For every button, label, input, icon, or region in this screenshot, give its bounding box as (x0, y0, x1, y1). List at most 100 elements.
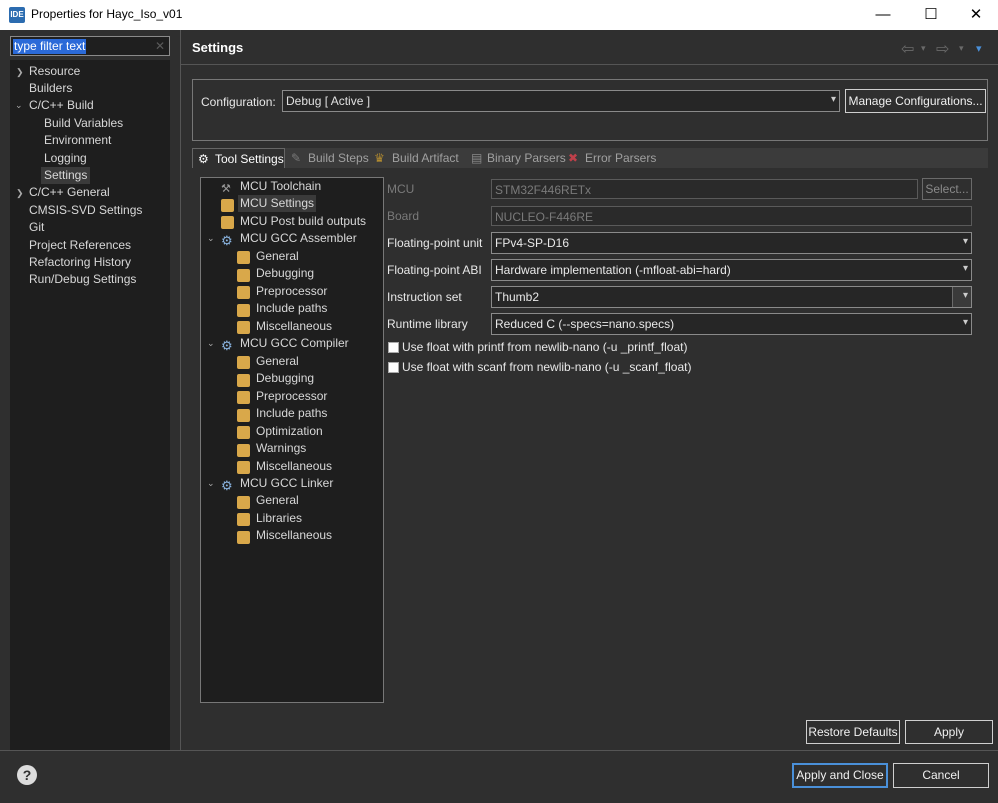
nav-item-builders[interactable]: Builders (29, 80, 72, 97)
configuration-value: Debug [ Active ] (286, 94, 371, 108)
configuration-label: Configuration: (201, 95, 276, 109)
back-menu-icon[interactable]: ▾ (921, 43, 926, 54)
back-arrow-icon[interactable]: ⇦ (901, 39, 914, 59)
tree-item-compiler-warnings[interactable]: Warnings (256, 440, 306, 457)
settings-icon (237, 321, 250, 334)
nav-item-logging[interactable]: Logging (44, 150, 87, 167)
tree-item-assembler-miscellaneous[interactable]: Miscellaneous (256, 318, 332, 335)
nav-item-cmsis-svd-settings[interactable]: CMSIS-SVD Settings (29, 202, 142, 219)
tree-item-assembler-preprocessor[interactable]: Preprocessor (256, 283, 327, 300)
configuration-select[interactable]: Debug [ Active ] ▾ (282, 90, 840, 112)
settings-icon (237, 513, 250, 526)
printf-float-checkbox[interactable] (388, 342, 399, 353)
tree-item-assembler-general[interactable]: General (256, 248, 299, 265)
restore-defaults-button[interactable]: Restore Defaults (806, 720, 900, 744)
view-menu-icon[interactable]: ▾ (976, 42, 982, 55)
nav-item-settings[interactable]: Settings (41, 167, 91, 184)
chevron-right-icon[interactable]: ❯ (16, 67, 24, 78)
tree-item-compiler-optimization[interactable]: Optimization (256, 423, 323, 440)
chevron-right-icon[interactable]: ❯ (16, 188, 24, 199)
title-bar: IDE Properties for Hayc_Iso_v01 — ☐ ✕ (0, 0, 998, 30)
nav-item-build-variables[interactable]: Build Variables (44, 115, 123, 132)
nav-item-refactoring-history[interactable]: Refactoring History (29, 254, 131, 271)
instruction-set-label: Instruction set (387, 290, 462, 304)
runtime-library-select[interactable]: Reduced C (--specs=nano.specs) ▾ (491, 313, 972, 335)
tree-item-compiler-miscellaneous[interactable]: Miscellaneous (256, 458, 332, 475)
tree-item-linker-libraries[interactable]: Libraries (256, 510, 302, 527)
instruction-set-value: Thumb2 (495, 290, 540, 304)
mcu-label: MCU (387, 182, 415, 196)
dropdown-button[interactable] (952, 287, 971, 307)
abi-select[interactable]: Hardware implementation (-mfloat-abi=har… (491, 259, 972, 281)
abi-label: Floating-point ABI (387, 263, 482, 277)
tab-build-steps[interactable]: ✎ Build Steps (289, 148, 369, 168)
apply-button[interactable]: Apply (905, 720, 993, 744)
tab-tool-settings[interactable]: ⚙ Tool Settings (192, 148, 285, 168)
minimize-button[interactable]: — (860, 0, 906, 30)
tab-binary-parsers[interactable]: ▤ Binary Parsers (469, 148, 566, 168)
chevron-down-icon[interactable]: ⌄ (207, 478, 215, 489)
tree-item-linker-general[interactable]: General (256, 492, 299, 509)
settings-icon (237, 531, 250, 544)
printf-float-label: Use float with printf from newlib-nano (… (402, 340, 688, 354)
tree-item-compiler-preprocessor[interactable]: Preprocessor (256, 388, 327, 405)
nav-item-c-cpp-general[interactable]: C/C++ General (29, 184, 110, 201)
mcu-value: STM32F446RETx (495, 183, 592, 197)
tree-item-mcu-toolchain[interactable]: MCU Toolchain (240, 178, 321, 195)
window-title: Properties for Hayc_Iso_v01 (31, 7, 183, 21)
forward-menu-icon[interactable]: ▾ (959, 43, 964, 54)
nav-item-run-debug-settings[interactable]: Run/Debug Settings (29, 271, 136, 288)
apply-and-close-button[interactable]: Apply and Close (792, 763, 888, 788)
tree-item-mcu-gcc-linker[interactable]: MCU GCC Linker (240, 475, 333, 492)
chevron-down-icon[interactable]: ⌄ (207, 233, 215, 244)
settings-icon (237, 304, 250, 317)
nav-item-resource[interactable]: Resource (29, 63, 80, 80)
filter-selected-text: type filter text (13, 39, 87, 54)
nav-item-git[interactable]: Git (29, 219, 44, 236)
fpu-label: Floating-point unit (387, 236, 483, 250)
tab-error-parsers[interactable]: ✖ Error Parsers (567, 148, 656, 168)
maximize-button[interactable]: ☐ (908, 0, 954, 30)
tree-item-compiler-general[interactable]: General (256, 353, 299, 370)
fpu-select[interactable]: FPv4-SP-D16 ▾ (491, 232, 972, 254)
tree-item-mcu-settings[interactable]: MCU Settings (238, 195, 317, 212)
tree-item-assembler-include-paths[interactable]: Include paths (256, 300, 327, 317)
nav-item-c-cpp-build[interactable]: C/C++ Build (29, 97, 94, 114)
clear-filter-icon[interactable]: ✕ (155, 39, 165, 53)
board-value: NUCLEO-F446RE (495, 210, 594, 224)
forward-arrow-icon[interactable]: ⇨ (936, 39, 949, 59)
scanf-float-checkbox[interactable] (388, 362, 399, 373)
nav-item-environment[interactable]: Environment (44, 132, 111, 149)
gear-icon: ⚙ (221, 478, 233, 493)
scanf-float-label: Use float with scanf from newlib-nano (-… (402, 360, 692, 374)
sash[interactable] (180, 30, 181, 750)
filter-field[interactable]: type filter text ✕ (10, 36, 170, 56)
tree-item-compiler-include-paths[interactable]: Include paths (256, 405, 327, 422)
close-button[interactable]: ✕ (953, 0, 998, 30)
nav-item-project-references[interactable]: Project References (29, 237, 131, 254)
tree-item-assembler-debugging[interactable]: Debugging (256, 265, 314, 282)
tool-settings-tree: ⚒ MCU Toolchain MCU Settings MCU Post bu… (200, 177, 384, 703)
gear-icon: ⚙ (221, 233, 233, 248)
wrench-icon: ✎ (291, 151, 302, 165)
select-mcu-button[interactable]: Select... (922, 178, 972, 200)
manage-configurations-button[interactable]: Manage Configurations... (845, 89, 986, 113)
tree-item-mcu-gcc-compiler[interactable]: MCU GCC Compiler (240, 335, 349, 352)
chevron-down-icon[interactable]: ⌄ (15, 100, 23, 111)
trophy-icon: ♛ (374, 151, 385, 165)
abi-value: Hardware implementation (-mfloat-abi=har… (495, 263, 731, 277)
board-label: Board (387, 209, 420, 223)
tree-item-linker-miscellaneous[interactable]: Miscellaneous (256, 527, 332, 544)
settings-icon (237, 391, 250, 404)
tree-item-mcu-gcc-assembler[interactable]: MCU GCC Assembler (240, 230, 357, 247)
document-icon: ▤ (471, 151, 483, 165)
settings-icon (237, 461, 250, 474)
tree-item-mcu-post-build-outputs[interactable]: MCU Post build outputs (240, 213, 366, 230)
chevron-down-icon: ▾ (830, 94, 836, 105)
chevron-down-icon[interactable]: ⌄ (207, 338, 215, 349)
tab-build-artifact[interactable]: ♛ Build Artifact (373, 148, 465, 168)
help-icon[interactable]: ? (17, 765, 37, 785)
cancel-button[interactable]: Cancel (893, 763, 989, 788)
tree-item-compiler-debugging[interactable]: Debugging (256, 370, 314, 387)
instruction-set-select[interactable]: Thumb2 ▾ (491, 286, 972, 308)
